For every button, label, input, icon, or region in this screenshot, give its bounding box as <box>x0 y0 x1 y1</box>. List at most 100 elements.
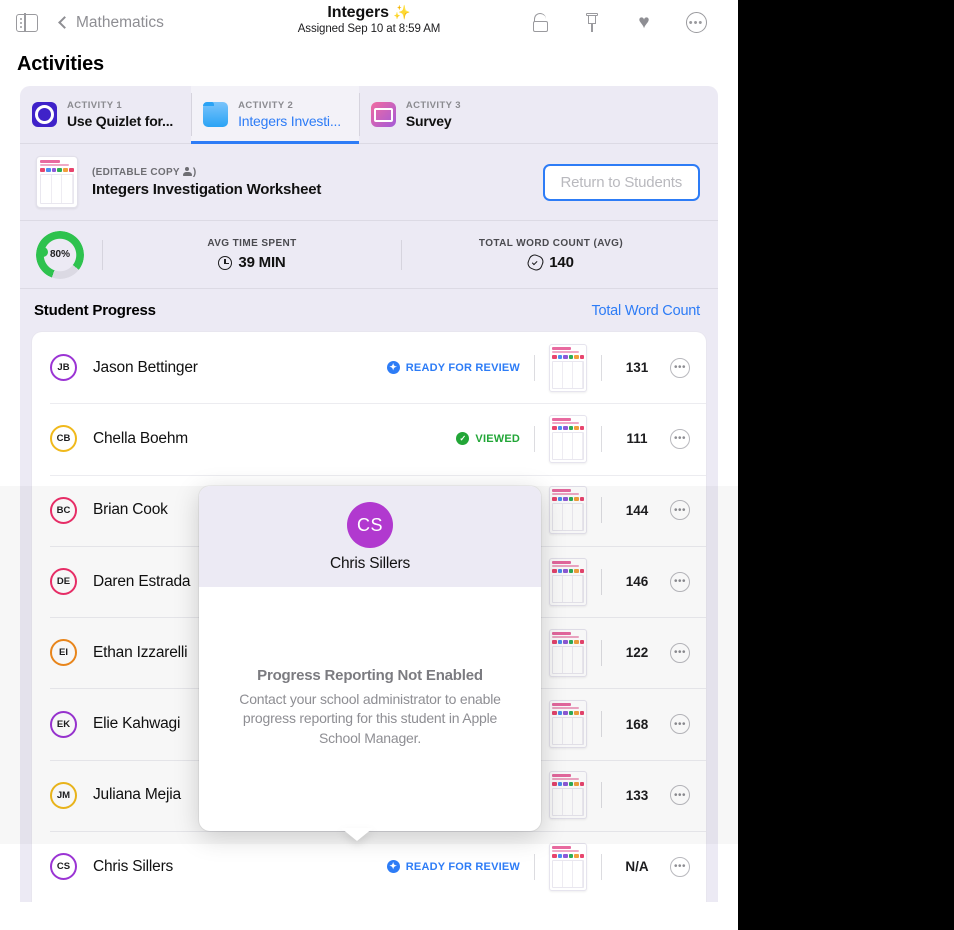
stat-value: 140 <box>402 254 700 271</box>
return-to-students-button[interactable]: Return to Students <box>543 164 700 201</box>
total-word-count-link[interactable]: Total Word Count <box>591 303 700 319</box>
sparkle-icon: ✨ <box>393 4 410 20</box>
avatar[interactable]: BC <box>50 497 77 524</box>
stats-row: 80% AVG TIME SPENT 39 MIN TOTAL WORD COU… <box>20 221 718 289</box>
row-more-icon[interactable]: ••• <box>670 429 690 449</box>
row-more-icon[interactable]: ••• <box>670 643 690 663</box>
avatar: CS <box>347 502 393 548</box>
avatar[interactable]: JM <box>50 782 77 809</box>
avatar[interactable]: DE <box>50 568 77 595</box>
status-badge: ✦ READY FOR REVIEW <box>387 361 520 374</box>
pin-icon[interactable] <box>580 11 604 35</box>
submission-thumbnail[interactable] <box>549 843 587 891</box>
word-count: N/A <box>616 859 658 874</box>
submission-thumbnail[interactable] <box>549 344 587 392</box>
tab-kicker: ACTIVITY 3 <box>406 100 461 111</box>
student-popover: CS Chris Sillers Progress Reporting Not … <box>199 486 541 831</box>
quizlet-icon <box>32 102 57 127</box>
worksheet-kind-close: ) <box>193 167 197 178</box>
tab-label: Integers Investi... <box>238 113 341 129</box>
status-badge: ✦ READY FOR REVIEW <box>387 860 520 873</box>
submission-thumbnail[interactable] <box>549 486 587 534</box>
student-name: Ethan Izzarelli <box>93 644 187 662</box>
row-more-icon[interactable]: ••• <box>670 572 690 592</box>
table-row[interactable]: JB Jason Bettinger ✦ READY FOR REVIEW 13… <box>32 332 706 403</box>
clock-icon <box>218 256 232 270</box>
back-button[interactable]: Mathematics <box>60 14 164 32</box>
page-title: Activities <box>0 45 738 86</box>
stat-key: AVG TIME SPENT <box>103 238 401 249</box>
student-name: Elie Kahwagi <box>93 715 180 733</box>
tab-label: Survey <box>406 113 461 129</box>
worksheet-meta: (EDITABLE COPY ) Integers Investigation … <box>92 167 529 198</box>
submission-thumbnail[interactable] <box>549 629 587 677</box>
seal-check-icon <box>528 255 543 270</box>
progress-ring: 80% <box>36 231 84 279</box>
popover-body: Progress Reporting Not Enabled Contact y… <box>199 587 541 828</box>
heart-icon[interactable]: ♥ <box>632 11 656 35</box>
popover-header: CS Chris Sillers <box>199 486 541 587</box>
stat-value-text: 39 MIN <box>238 254 285 271</box>
app-window: Mathematics Integers ✨ Assigned Sep 10 a… <box>0 0 738 930</box>
row-more-icon[interactable]: ••• <box>670 785 690 805</box>
avatar[interactable]: CB <box>50 425 77 452</box>
divider <box>601 640 602 666</box>
tab-activity-1[interactable]: ACTIVITY 1 Use Quizlet for... <box>20 86 191 143</box>
worksheet-thumbnail[interactable] <box>36 156 78 208</box>
submission-thumbnail[interactable] <box>549 700 587 748</box>
activity-tabs: ACTIVITY 1 Use Quizlet for... ACTIVITY 2… <box>20 86 718 144</box>
avatar[interactable]: EK <box>50 711 77 738</box>
popover-title: Progress Reporting Not Enabled <box>257 667 483 684</box>
more-icon[interactable]: ••• <box>684 11 708 35</box>
divider <box>534 426 535 452</box>
popover-tail <box>341 828 373 841</box>
status-badge: ✓ VIEWED <box>456 432 520 445</box>
sidebar-toggle-icon[interactable] <box>16 14 38 32</box>
back-button-label: Mathematics <box>76 14 164 32</box>
student-name: Juliana Mejia <box>93 786 181 804</box>
stat-total-word-count: TOTAL WORD COUNT (AVG) 140 <box>402 238 700 271</box>
tab-activity-2[interactable]: ACTIVITY 2 Integers Investi... <box>191 86 359 143</box>
stat-value-text: 140 <box>549 254 573 271</box>
table-row[interactable]: CS Chris Sillers ✦ READY FOR REVIEW N/A … <box>32 831 706 902</box>
unlock-icon[interactable] <box>528 11 552 35</box>
tab-activity-3[interactable]: ACTIVITY 3 Survey <box>359 86 479 143</box>
word-count: 131 <box>616 360 658 375</box>
assignment-title-text: Integers <box>327 4 388 21</box>
popover-description: Contact your school administrator to ena… <box>227 690 513 749</box>
star-icon: ✦ <box>387 860 400 873</box>
student-name: Daren Estrada <box>93 573 190 591</box>
stat-value: 39 MIN <box>103 254 401 271</box>
tab-label: Use Quizlet for... <box>67 113 173 129</box>
row-more-icon[interactable]: ••• <box>670 358 690 378</box>
stat-avg-time-spent: AVG TIME SPENT 39 MIN <box>103 238 401 271</box>
divider <box>601 854 602 880</box>
avatar[interactable]: CS <box>50 853 77 880</box>
status-label: VIEWED <box>475 433 520 445</box>
table-row[interactable]: CB Chella Boehm ✓ VIEWED 111 ••• <box>32 403 706 474</box>
divider <box>534 854 535 880</box>
student-progress-title: Student Progress <box>34 302 156 319</box>
divider <box>601 355 602 381</box>
submission-thumbnail[interactable] <box>549 415 587 463</box>
status-label: READY FOR REVIEW <box>406 362 520 374</box>
toolbar-actions: ♥ ••• <box>528 11 722 35</box>
worksheet-kind: (EDITABLE COPY ) <box>92 167 529 178</box>
submission-thumbnail[interactable] <box>549 558 587 606</box>
word-count: 144 <box>616 503 658 518</box>
avatar[interactable]: EI <box>50 639 77 666</box>
submission-thumbnail[interactable] <box>549 771 587 819</box>
row-more-icon[interactable]: ••• <box>670 500 690 520</box>
progress-percent-label: 80% <box>36 231 84 279</box>
student-name: Jason Bettinger <box>93 359 198 377</box>
stat-key: TOTAL WORD COUNT (AVG) <box>402 238 700 249</box>
toolbar-left-group: Mathematics <box>16 14 164 32</box>
tab-kicker: ACTIVITY 2 <box>238 100 341 111</box>
word-count: 122 <box>616 645 658 660</box>
avatar[interactable]: JB <box>50 354 77 381</box>
row-more-icon[interactable]: ••• <box>670 714 690 734</box>
row-more-icon[interactable]: ••• <box>670 857 690 877</box>
top-toolbar: Mathematics Integers ✨ Assigned Sep 10 a… <box>0 0 738 45</box>
popover-student-name: Chris Sillers <box>199 555 541 573</box>
divider <box>534 355 535 381</box>
